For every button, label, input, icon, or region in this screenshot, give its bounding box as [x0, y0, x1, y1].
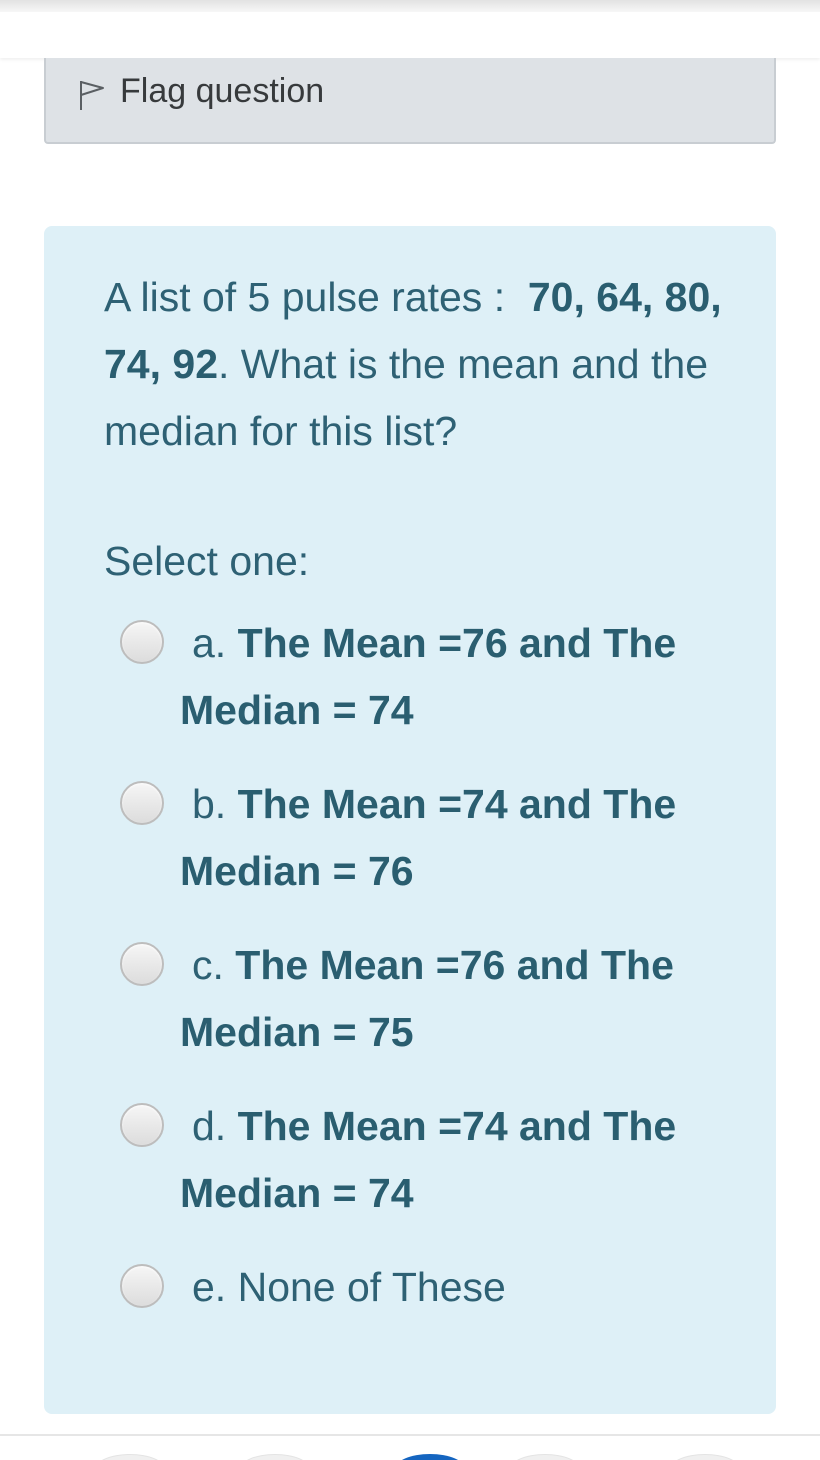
question-text-prefix: A list of 5 pulse rates :	[104, 274, 528, 320]
flag-question-label: Flag question	[120, 72, 325, 110]
option-letter: a.	[192, 620, 238, 666]
option-answer-line1: The Mean =74 and The	[237, 1103, 677, 1149]
select-one-prompt: Select one:	[104, 538, 310, 584]
answer-option-d[interactable]: d. The Mean =74 and The Median = 74	[120, 1093, 740, 1227]
answer-option-b[interactable]: b. The Mean =74 and The Median = 76	[120, 771, 740, 905]
quiz-page: Flag question A list of 5 pulse rates : …	[0, 0, 820, 1460]
answer-option-e[interactable]: e. None of These	[120, 1254, 740, 1321]
top-bar	[0, 12, 820, 58]
bottom-nav-item[interactable]	[95, 1454, 165, 1460]
radio-button-a[interactable]	[120, 620, 164, 664]
bottom-nav-item[interactable]	[670, 1454, 740, 1460]
bottom-nav-item[interactable]	[240, 1454, 310, 1460]
option-letter: e.	[192, 1264, 238, 1310]
option-answer-line1: The Mean =76 and The	[237, 620, 677, 666]
bottom-nav-item-active[interactable]	[395, 1454, 465, 1460]
radio-button-b[interactable]	[120, 781, 164, 825]
radio-button-d[interactable]	[120, 1103, 164, 1147]
option-answer-line1: The Mean =74 and The	[237, 781, 677, 827]
answer-option-c[interactable]: c. The Mean =76 and The Median = 75	[120, 932, 740, 1066]
option-answer-line2: Median = 74	[180, 687, 414, 733]
flag-outline-icon	[80, 81, 104, 110]
option-letter: b.	[192, 781, 238, 827]
bottom-nav-item[interactable]	[510, 1454, 580, 1460]
option-answer-line2: Median = 75	[180, 1009, 414, 1055]
option-letter: d.	[192, 1103, 238, 1149]
option-answer-line1: The Mean =76 and The	[235, 942, 674, 988]
radio-button-e[interactable]	[120, 1264, 164, 1308]
bottom-nav-bar	[0, 1434, 820, 1460]
answer-option-a[interactable]: a. The Mean =76 and The Median = 74	[120, 610, 740, 744]
flag-question-box[interactable]: Flag question	[44, 58, 776, 144]
option-answer-line1: None of These	[237, 1264, 506, 1310]
option-answer-line2: Median = 74	[180, 1170, 414, 1216]
radio-button-c[interactable]	[120, 942, 164, 986]
top-shadow	[0, 0, 820, 12]
option-answer-line2: Median = 76	[180, 848, 414, 894]
question-text: A list of 5 pulse rates : 70, 64, 80, 74…	[104, 264, 744, 465]
option-letter: c.	[192, 942, 236, 988]
question-panel: A list of 5 pulse rates : 70, 64, 80, 74…	[44, 226, 776, 1414]
